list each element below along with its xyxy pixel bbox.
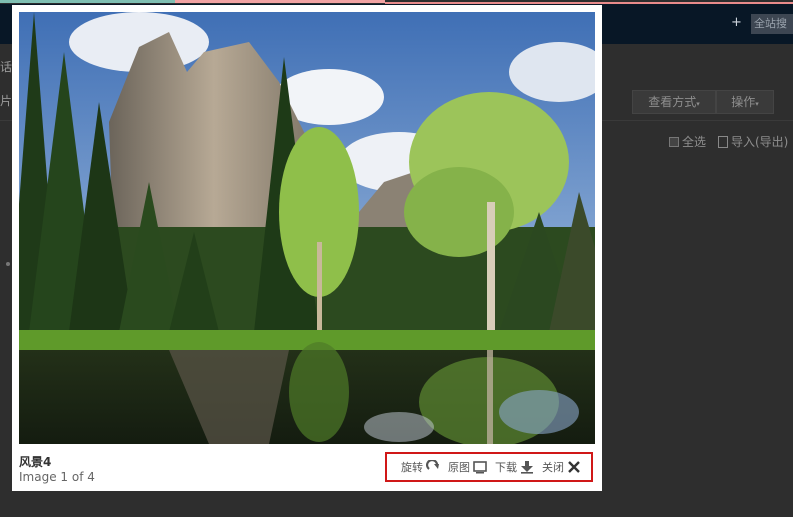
close-x-icon	[568, 461, 580, 473]
rotate-button[interactable]: 旋转	[401, 459, 440, 475]
landscape-photo	[19, 12, 595, 444]
close-button[interactable]: 关闭	[542, 459, 581, 475]
image-lightbox: 风景4 Image 1 of 4 旋转 原图 下载 关闭	[12, 5, 602, 491]
site-search-input[interactable]: 全站搜	[751, 14, 793, 34]
top-strip-pink	[175, 0, 385, 3]
image-title: 风景4	[19, 455, 52, 469]
sidebar-text: 片	[0, 94, 13, 108]
rotate-clockwise-icon	[426, 460, 439, 470]
caret-down-icon: ▾	[755, 100, 759, 108]
sidebar-text: 话	[0, 60, 13, 74]
select-all-checkbox[interactable]: 全选	[669, 133, 706, 150]
caret-down-icon: ▾	[696, 100, 700, 108]
landscape-image	[19, 12, 595, 444]
download-button[interactable]: 下载	[495, 459, 534, 475]
operations-button[interactable]: 操作▾	[716, 90, 774, 114]
image-toolbar: 旋转 原图 下载 关闭	[385, 452, 593, 482]
plus-icon[interactable]: +	[731, 15, 742, 30]
checkbox-icon	[669, 136, 679, 147]
bullet-dot	[6, 262, 10, 266]
operations-label: 操作	[731, 95, 756, 109]
image-counter: Image 1 of 4	[19, 470, 95, 484]
view-mode-button[interactable]: 查看方式▾	[632, 90, 716, 114]
rotate-label: 旋转	[401, 461, 423, 474]
original-label: 原图	[448, 461, 470, 474]
view-mode-label: 查看方式	[648, 95, 697, 109]
document-icon	[718, 135, 728, 148]
select-all-label: 全选	[682, 135, 707, 149]
import-export-link[interactable]: 导入(导出)	[718, 133, 788, 150]
close-label: 关闭	[542, 461, 564, 474]
monitor-icon	[473, 461, 487, 474]
original-size-button[interactable]: 原图	[448, 459, 487, 475]
import-export-label: 导入(导出)	[731, 135, 789, 149]
download-label: 下载	[495, 461, 517, 474]
download-arrow-icon	[521, 461, 533, 474]
top-strip-teal	[0, 0, 175, 3]
